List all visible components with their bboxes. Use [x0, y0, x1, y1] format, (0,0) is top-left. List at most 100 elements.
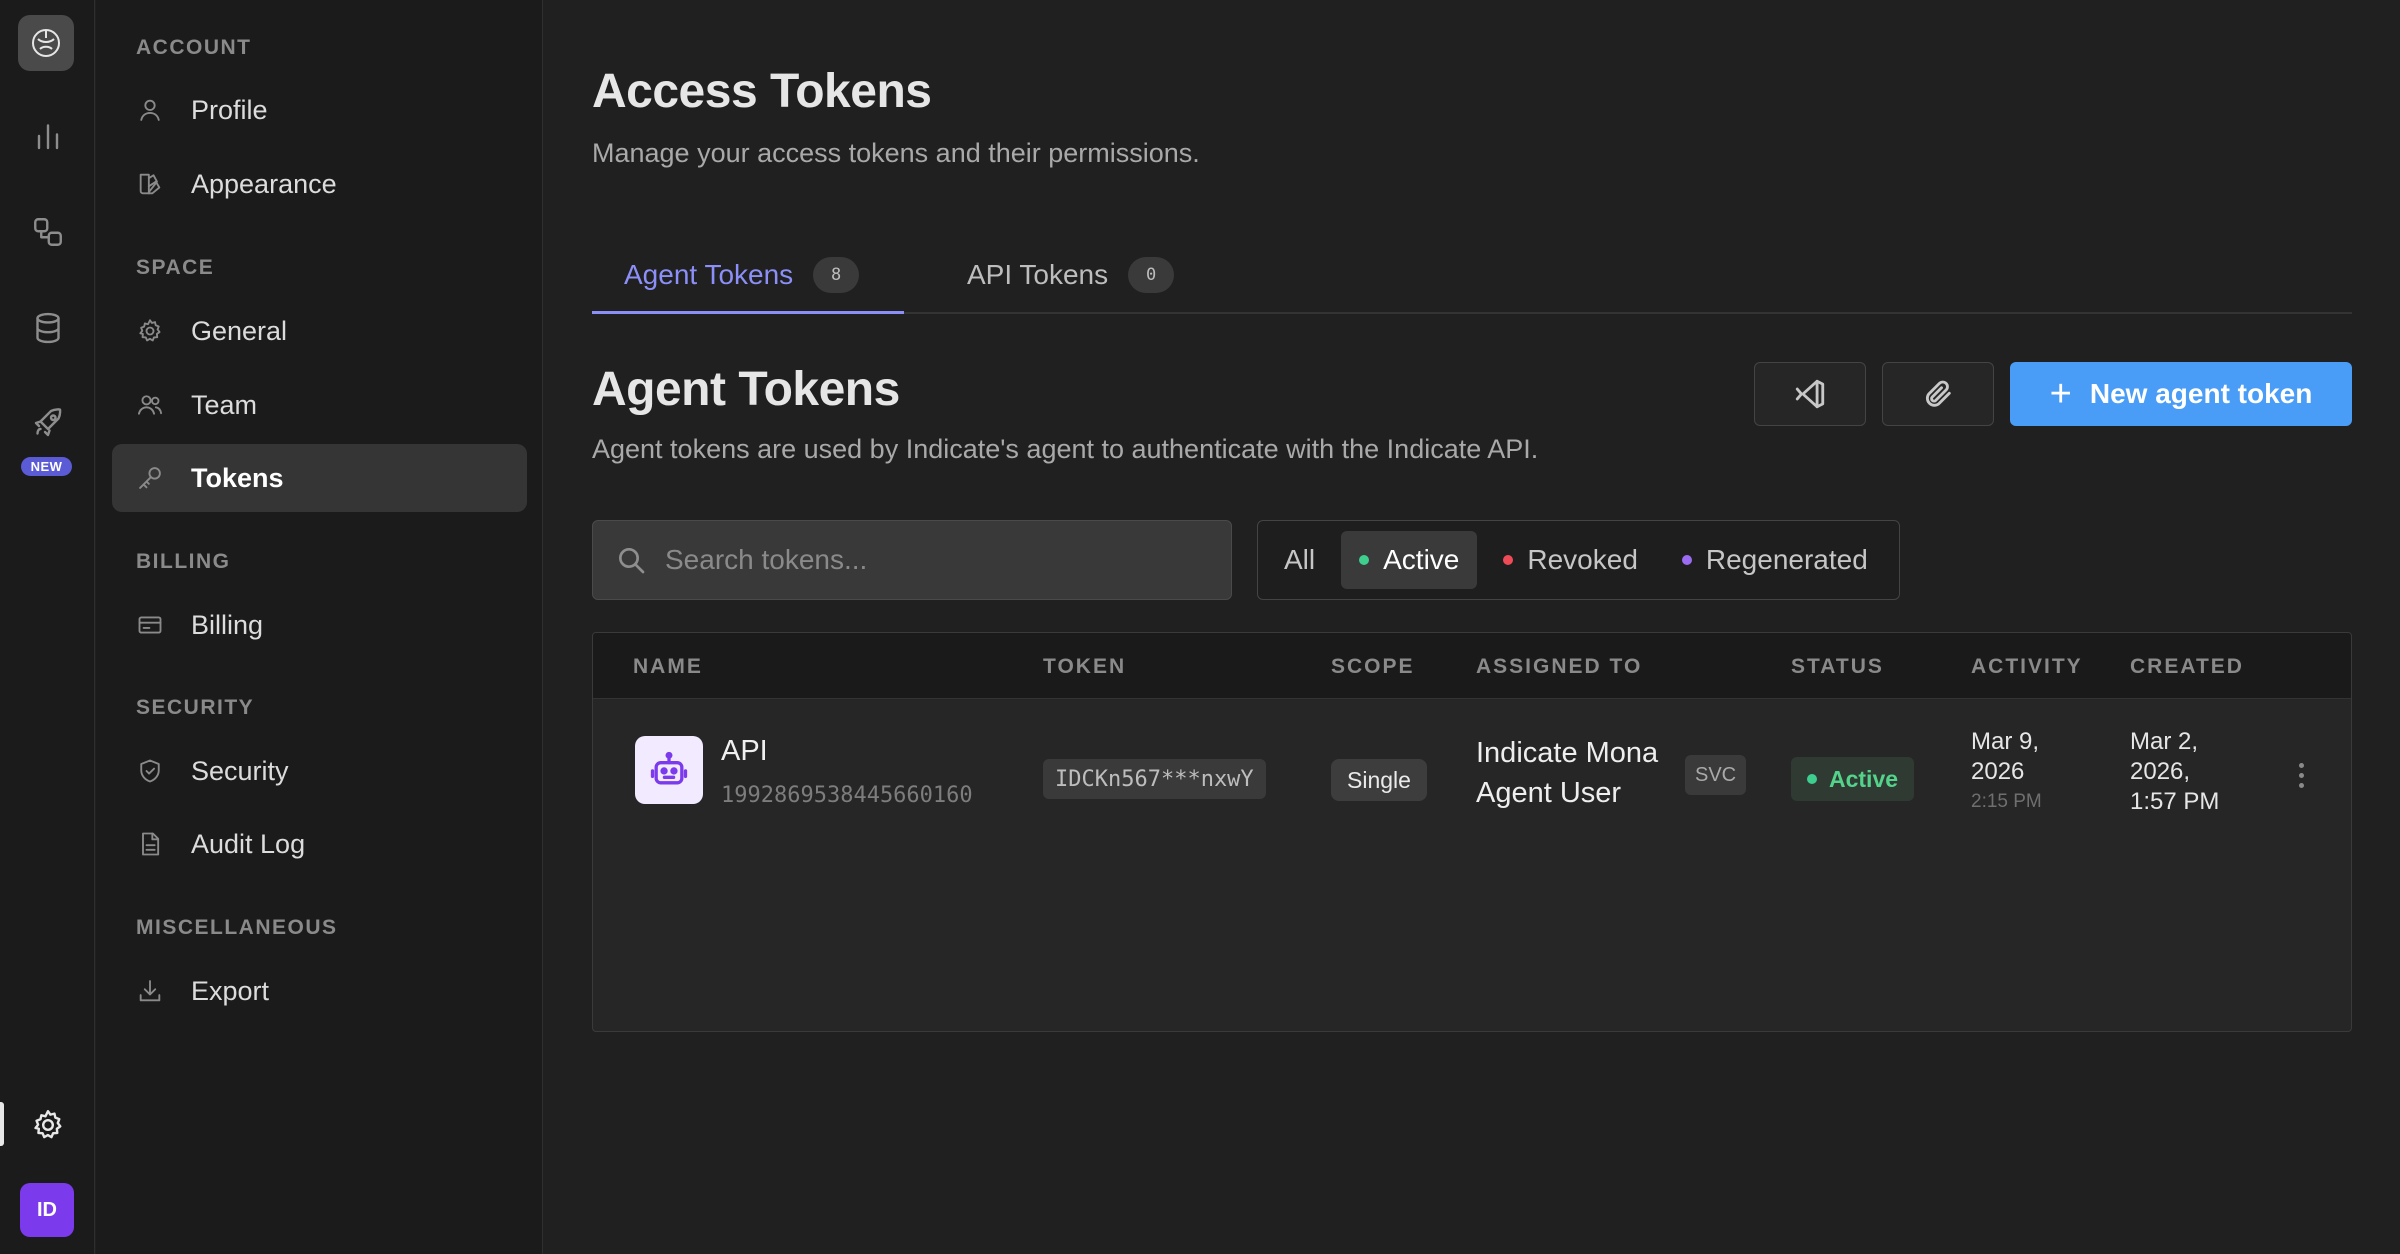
new-badge: NEW [21, 457, 72, 476]
row-actions-menu-icon[interactable] [2287, 755, 2315, 795]
new-agent-token-label: New agent token [2089, 378, 2313, 409]
column-header-assigned-to: ASSIGNED TO [1476, 655, 1643, 678]
main-content: Access Tokens Manage your access tokens … [544, 0, 2400, 1254]
filter-active[interactable]: Active [1341, 531, 1478, 589]
section-title: Agent Tokens [592, 363, 900, 416]
status-dot-revoked [1503, 555, 1514, 565]
search-input[interactable] [665, 544, 1225, 576]
sidebar-item-label: Profile [191, 94, 268, 125]
activity-date-line2: 2026 [1971, 758, 2025, 785]
status-badge: Active [1791, 757, 1915, 801]
section-title-billing: BILLING [136, 550, 231, 573]
sidebar-item-label: Export [191, 975, 270, 1006]
scope-badge: Single [1331, 759, 1427, 801]
sidebar-item-security[interactable]: Security [112, 737, 527, 805]
section-title-account: ACCOUNT [136, 36, 252, 59]
workspace-logo-icon[interactable] [18, 15, 74, 71]
paperclip-button[interactable] [1882, 362, 1994, 426]
filter-revoked[interactable]: Revoked [1485, 531, 1656, 589]
column-header-status: STATUS [1791, 655, 1884, 678]
key-icon [139, 467, 161, 489]
vscode-button[interactable] [1754, 362, 1866, 426]
sidebar-item-label: Audit Log [191, 828, 306, 859]
filter-all[interactable]: All [1266, 531, 1333, 589]
paperclip-icon [1925, 380, 1951, 407]
status-filter-group: All Active Revoked Regenerated [1257, 520, 1900, 600]
sidebar-item-audit-log[interactable]: Audit Log [112, 810, 527, 878]
user-icon [140, 99, 160, 121]
sidebar-item-label: Team [191, 389, 258, 420]
download-icon [139, 980, 161, 1002]
vscode-icon [1795, 379, 1825, 409]
created-line1: Mar 2, [2130, 728, 2199, 755]
filter-label: All [1284, 544, 1316, 575]
tab-label: Agent Tokens [624, 259, 794, 290]
assigned-name-line1: Indicate Mona [1476, 737, 1659, 769]
analytics-icon[interactable] [24, 112, 72, 160]
created-line2: 2026, [2130, 758, 2191, 785]
active-tab-underline [592, 311, 904, 314]
active-indicator [0, 1102, 4, 1146]
search-box [592, 520, 1232, 600]
gear-icon [139, 319, 161, 342]
search-icon [619, 548, 645, 574]
shield-icon [140, 759, 160, 783]
status-dot-regenerated [1681, 555, 1692, 565]
sidebar-item-export[interactable]: Export [112, 957, 527, 1025]
robot-icon [635, 736, 703, 804]
section-title-space: SPACE [136, 256, 215, 279]
table-header: NAME TOKEN SCOPE ASSIGNED TO STATUS ACTI… [593, 633, 2351, 699]
activity-date-line1: Mar 9, [1971, 728, 2040, 755]
section-subtitle: Agent tokens are used by Indicate's agen… [592, 434, 1539, 464]
filter-label: Regenerated [1705, 544, 1868, 575]
filter-label: Active [1383, 544, 1460, 575]
token-tabs: Agent Tokens 8 API Tokens 0 [592, 236, 2352, 314]
settings-gear-icon[interactable] [24, 1101, 72, 1149]
sidebar-item-tokens[interactable]: Tokens [112, 444, 527, 512]
sidebar-item-label: Appearance [191, 168, 337, 199]
sidebar-item-label: Security [191, 755, 289, 786]
sidebar-item-label: Tokens [191, 462, 284, 493]
tab-label: API Tokens [967, 259, 1109, 290]
palette-icon [139, 173, 161, 195]
sidebar-item-general[interactable]: General [112, 297, 527, 365]
filter-regenerated[interactable]: Regenerated [1664, 531, 1886, 589]
column-header-created: CREATED [2130, 655, 2244, 678]
settings-sidebar: ACCOUNT Profile Appearance SPACE General… [96, 0, 543, 1254]
token-name: API [721, 735, 768, 767]
sidebar-item-team[interactable]: Team [112, 371, 527, 439]
sidebar-item-billing[interactable]: Billing [112, 591, 527, 659]
created-line3: 1:57 PM [2130, 788, 2220, 815]
column-header-activity: ACTIVITY [1971, 655, 2083, 678]
token-value[interactable]: IDCKn567***nxwY [1043, 759, 1266, 799]
table-row[interactable]: API 1992869538445660160 IDCKn567***nxwY … [593, 699, 2351, 851]
column-header-token: TOKEN [1043, 655, 1127, 678]
token-id: 1992869538445660160 [721, 783, 973, 808]
tokens-table: NAME TOKEN SCOPE ASSIGNED TO STATUS ACTI… [592, 632, 2352, 1032]
sidebar-item-profile[interactable]: Profile [112, 76, 527, 144]
plus-icon: + [2049, 373, 2072, 415]
status-dot-active [1359, 555, 1370, 565]
assigned-name-line2: Agent User [1476, 777, 1622, 809]
document-icon [142, 832, 160, 856]
new-agent-token-button[interactable]: + New agent token [2010, 362, 2352, 426]
credit-card-icon [138, 616, 162, 634]
sidebar-item-label: Billing [191, 609, 264, 640]
integrations-icon[interactable] [24, 208, 72, 256]
icon-rail: NEW ID [0, 0, 95, 1254]
tab-count-badge: 8 [813, 257, 860, 293]
users-icon [137, 395, 163, 415]
tab-api-tokens[interactable]: API Tokens 0 [967, 236, 1175, 314]
column-header-scope: SCOPE [1331, 655, 1415, 678]
user-avatar[interactable]: ID [20, 1183, 74, 1237]
sidebar-item-appearance[interactable]: Appearance [112, 150, 527, 218]
activity-cell: Mar 9, 2026 2:15 PM [1971, 727, 2071, 813]
page-title: Access Tokens [592, 65, 932, 118]
tab-agent-tokens[interactable]: Agent Tokens 8 [624, 236, 860, 314]
svc-badge: SVC [1685, 755, 1747, 795]
sidebar-item-label: General [191, 315, 288, 346]
rocket-icon[interactable] [24, 399, 72, 447]
filter-label: Revoked [1527, 544, 1638, 575]
database-icon[interactable] [24, 304, 72, 352]
page-subtitle: Manage your access tokens and their perm… [592, 138, 1200, 168]
